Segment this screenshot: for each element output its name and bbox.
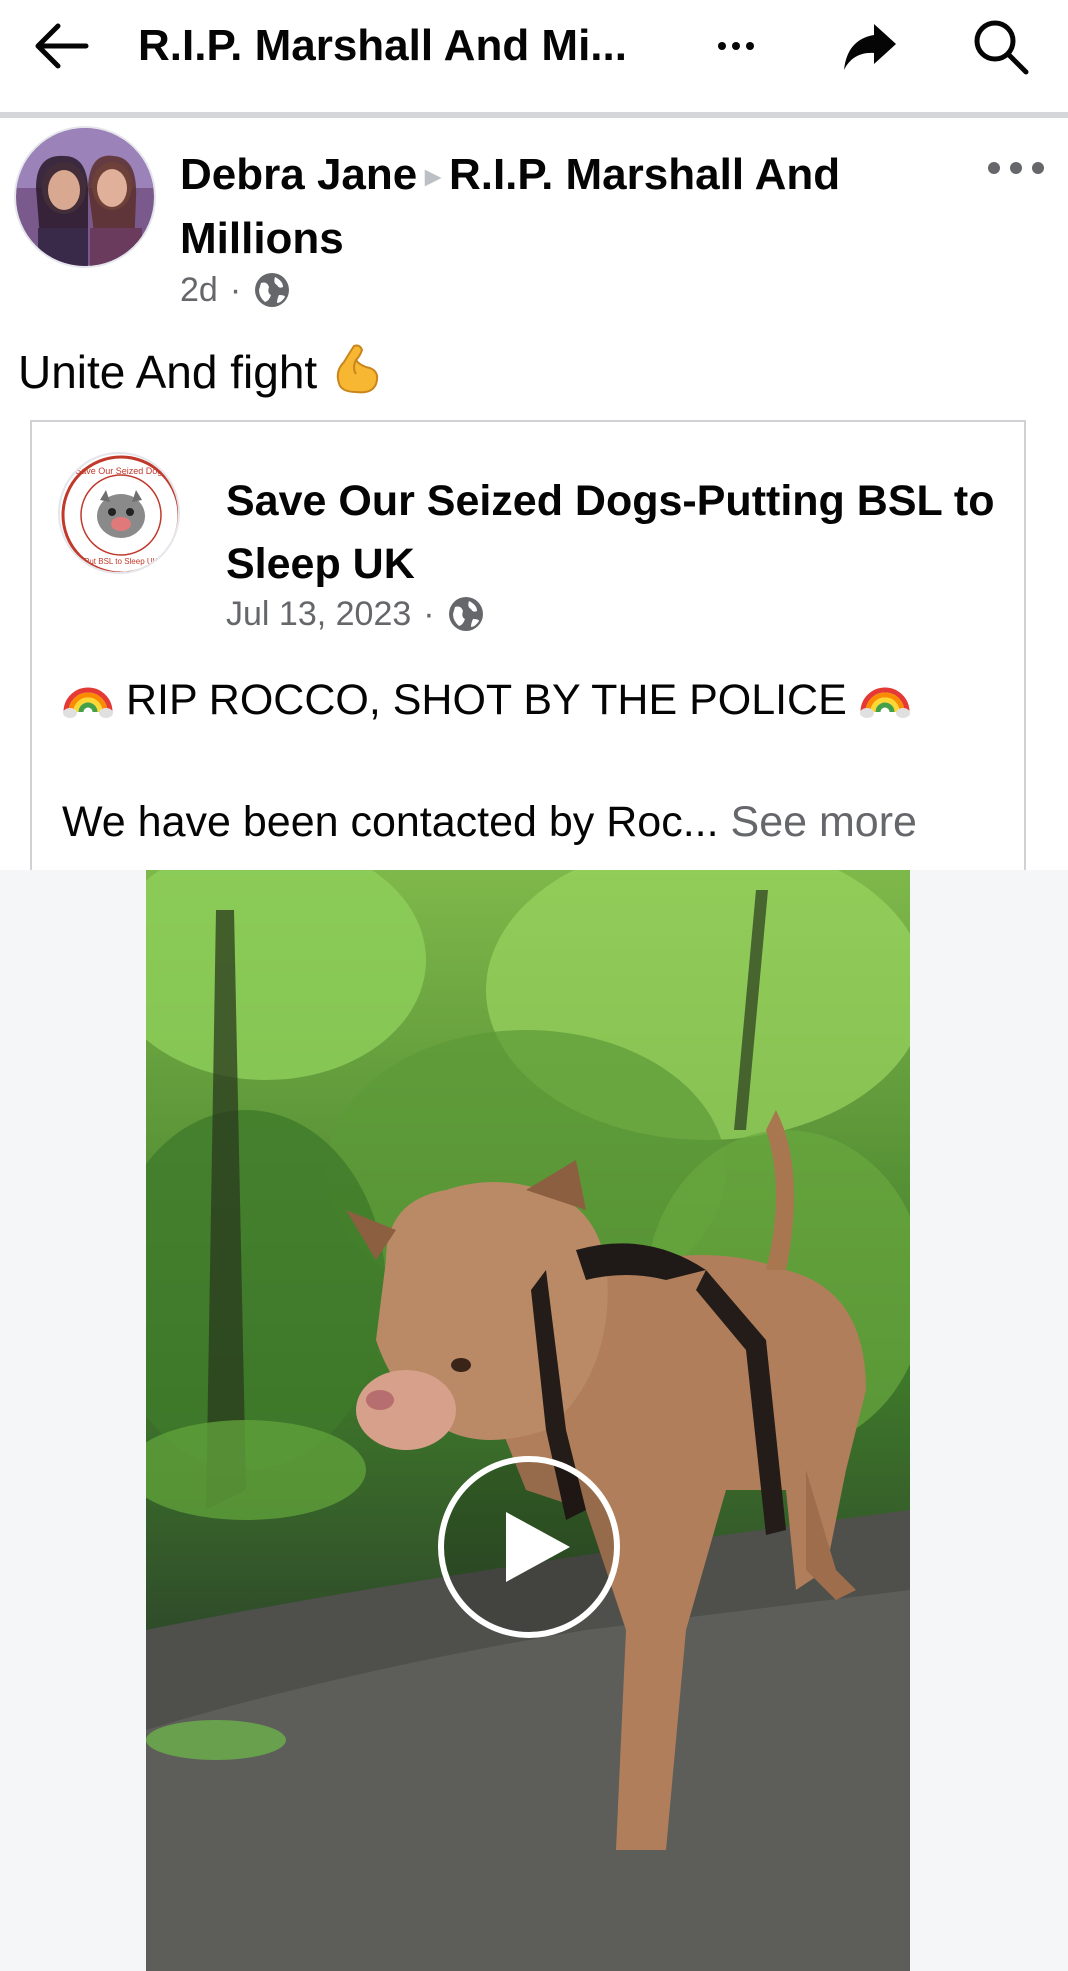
globe-icon (255, 273, 290, 307)
back-arrow-icon[interactable] (28, 18, 98, 74)
more-icon[interactable] (712, 18, 760, 74)
share-icon[interactable] (840, 16, 900, 76)
divider (0, 112, 1068, 118)
author-avatar[interactable] (14, 126, 156, 268)
post-text-content: Unite And fight (18, 346, 318, 398)
shared-headline-text: RIP ROCCO, SHOT BY THE POLICE (125, 676, 847, 724)
meta-separator: · (229, 271, 242, 309)
top-app-bar: R.I.P. Marshall And Mi... (0, 0, 1068, 116)
play-button-icon[interactable] (434, 1452, 624, 1642)
shared-page-name[interactable]: Save Our Seized Dogs-Putting BSL to Slee… (226, 470, 1016, 596)
logo-text-top: Save Our Seized Dogs (75, 466, 167, 476)
rainbow-icon (859, 687, 910, 718)
globe-icon (448, 597, 483, 631)
flexed-biceps-icon (336, 344, 379, 394)
logo-text-bottom: Put BSL to Sleep UK (84, 557, 159, 566)
see-more-link[interactable]: See more (731, 798, 917, 846)
page-title: R.I.P. Marshall And Mi... (138, 21, 627, 70)
search-icon[interactable] (970, 16, 1030, 76)
meta-separator: · (423, 595, 435, 633)
post-time[interactable]: 2d (180, 268, 218, 312)
post-text: Unite And fight (18, 342, 382, 400)
shared-body-text: We have been contacted by Roc... (62, 798, 719, 846)
post-author-line: Debra Jane►R.I.P. Marshall And Millions (180, 144, 920, 270)
shared-post-card[interactable]: Save Our Seized Dogs Put BSL to Sleep UK… (30, 420, 1026, 872)
shared-meta: Jul 13, 2023 · (226, 592, 485, 636)
author-name[interactable]: Debra Jane (180, 150, 417, 199)
video-player[interactable] (146, 870, 910, 1971)
post-options-icon[interactable] (984, 148, 1048, 188)
page-avatar[interactable]: Save Our Seized Dogs Put BSL to Sleep UK (58, 452, 180, 574)
arrow-right-icon: ► (419, 161, 447, 193)
post-meta: 2d · (180, 268, 291, 312)
video-frame (146, 870, 910, 1971)
shared-date[interactable]: Jul 13, 2023 (226, 592, 411, 636)
shared-body: We have been contacted by Roc... See mor… (62, 792, 917, 852)
rainbow-icon (63, 687, 113, 718)
shared-headline: RIP ROCCO, SHOT BY THE POLICE (62, 668, 911, 730)
